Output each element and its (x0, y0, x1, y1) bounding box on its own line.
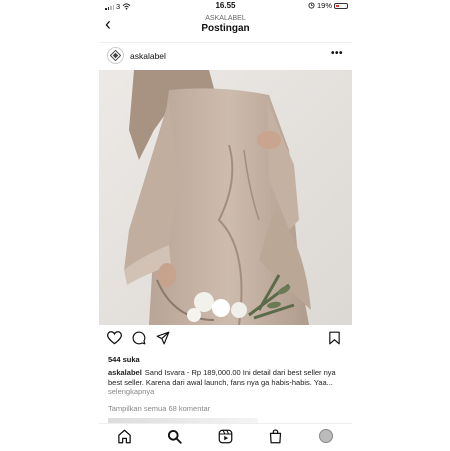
bottom-tab-bar (99, 423, 352, 451)
instagram-screen: 3 16.55 19% ‹ ASKALABEL Postingan askala… (99, 0, 352, 451)
reels-icon[interactable] (218, 429, 233, 444)
brand-logo-icon (110, 50, 121, 61)
bookmark-icon[interactable] (328, 331, 341, 345)
dress-photo (99, 70, 352, 325)
caption-more-link[interactable]: selengkapnya (108, 387, 154, 396)
caption-username[interactable]: askalabel (108, 368, 142, 377)
status-bar: 3 16.55 19% (99, 0, 352, 12)
caption-text: Sand Isvara - Rp 189,000.00 Ini detail d… (108, 368, 336, 387)
view-comments-link[interactable]: Tampilkan semua 68 komentar (108, 404, 210, 413)
avatar[interactable] (107, 47, 124, 64)
send-icon[interactable] (156, 331, 170, 345)
shop-icon[interactable] (268, 429, 283, 444)
battery-percent: 19% (316, 1, 332, 10)
post-actions (99, 331, 352, 349)
home-icon[interactable] (117, 429, 132, 444)
page-title: Postingan (201, 23, 250, 34)
post-header: askalabel ••• (99, 42, 352, 69)
account-name: ASKALABEL (205, 15, 246, 22)
post-image[interactable] (99, 70, 352, 325)
search-icon[interactable] (167, 429, 182, 444)
post-caption: askalabel Sand Isvara - Rp 189,000.00 Ini… (108, 368, 346, 397)
post-username[interactable]: askalabel (130, 51, 166, 61)
battery-icon (334, 2, 348, 9)
profile-icon[interactable] (319, 429, 333, 443)
comment-icon[interactable] (132, 331, 146, 345)
alarm-icon (308, 2, 315, 9)
more-dots-icon[interactable]: ••• (331, 48, 343, 59)
header: ‹ ASKALABEL Postingan (99, 12, 352, 40)
heart-icon[interactable] (107, 331, 122, 345)
like-count[interactable]: 544 suka (108, 355, 140, 364)
